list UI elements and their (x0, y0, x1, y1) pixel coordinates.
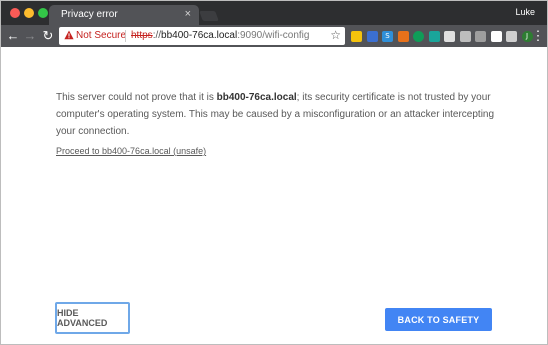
error-text-start: This server could not prove that it is (56, 92, 217, 103)
notes-extension-icon[interactable] (351, 31, 362, 42)
url-scheme: https (131, 30, 153, 41)
error-description: This server could not prove that it is b… (56, 89, 501, 140)
cast-icon[interactable] (506, 31, 517, 42)
url-host: bb400-76ca.local (161, 30, 238, 41)
window-close-button[interactable] (10, 8, 20, 18)
address-bar[interactable]: Not Secure https://bb400-76ca.local:9090… (59, 27, 345, 45)
tab-title: Privacy error (61, 9, 118, 20)
browser-window: Privacy error × Luke ← → ↻ Not Secure ht… (0, 0, 548, 345)
tab-close-icon[interactable]: × (185, 8, 191, 20)
forward-arrow-icon[interactable]: → (23, 28, 37, 44)
chat-extension-icon[interactable] (490, 31, 502, 42)
not-secure-label[interactable]: Not Secure (76, 30, 126, 41)
back-to-safety-button[interactable]: BACK TO SAFETY (385, 308, 492, 331)
window-minimize-button[interactable] (24, 8, 34, 18)
star-icon[interactable]: ☆ (330, 28, 341, 42)
tab-strip: Privacy error × Luke (1, 1, 547, 25)
menu-icon[interactable]: ⋮ (531, 28, 545, 44)
off-extension-icon[interactable] (475, 31, 486, 42)
proceed-unsafe-link[interactable]: Proceed to bb400-76ca.local (unsafe) (56, 146, 206, 156)
tools-extension-icon[interactable] (397, 31, 409, 42)
square-extension-icon[interactable] (459, 31, 471, 42)
document-extension-icon[interactable] (444, 31, 455, 42)
reload-icon[interactable]: ↻ (41, 28, 55, 44)
tab-privacy-error[interactable]: Privacy error × (49, 5, 199, 25)
error-host: bb400-76ca.local (216, 92, 297, 103)
url-separator: :// (152, 30, 162, 41)
back-arrow-icon[interactable]: ← (6, 28, 20, 44)
url-text[interactable]: https://bb400-76ca.local:9090/wifi-confi… (131, 30, 309, 41)
s-extension-icon[interactable]: S (382, 31, 393, 42)
window-maximize-button[interactable] (38, 8, 48, 18)
interstitial-page: This server could not prove that it is b… (1, 47, 547, 344)
browser-toolbar: ← → ↻ Not Secure https://bb400-76ca.loca… (1, 25, 547, 47)
omnibox-divider (125, 30, 126, 42)
url-path: :9090/wifi-config (237, 30, 310, 41)
green-circle-extension-icon[interactable] (413, 31, 424, 42)
profile-name[interactable]: Luke (515, 7, 535, 17)
warning-triangle-icon (64, 30, 74, 40)
teal-extension-icon[interactable] (428, 31, 440, 42)
hide-advanced-button[interactable]: HIDE ADVANCED (55, 302, 130, 334)
mail-extension-icon[interactable] (366, 31, 378, 42)
new-tab-button[interactable] (199, 11, 219, 21)
